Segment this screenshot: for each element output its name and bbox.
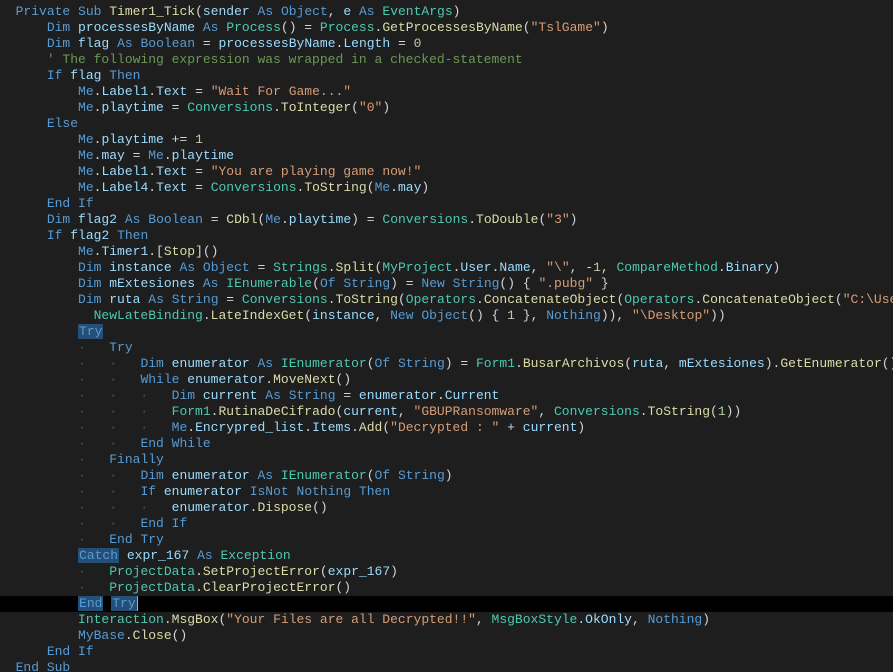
code-line[interactable]: Me.playtime = Conversions.ToInteger("0") [0,100,893,116]
code-editor[interactable]: Private Sub Timer1_Tick(sender As Object… [0,0,893,672]
code-line[interactable]: Me.playtime += 1 [0,132,893,148]
code-line[interactable]: · · End While [0,436,893,452]
code-line[interactable]: NewLateBinding.LateIndexGet(instance, Ne… [0,308,893,324]
code-line[interactable]: · · While enumerator.MoveNext() [0,372,893,388]
code-line[interactable]: Interaction.MsgBox("Your Files are all D… [0,612,893,628]
code-line[interactable]: Dim flag2 As Boolean = CDbl(Me.playtime)… [0,212,893,228]
code-line[interactable]: Me.Label1.Text = "You are playing game n… [0,164,893,180]
code-line[interactable]: · · · enumerator.Dispose() [0,500,893,516]
code-line[interactable]: End Sub [0,660,893,672]
code-line[interactable]: End If [0,196,893,212]
code-line[interactable]: Me.Timer1.[Stop]() [0,244,893,260]
code-line[interactable]: ' The following expression was wrapped i… [0,52,893,68]
code-line[interactable]: End If [0,644,893,660]
code-line[interactable]: End Try [0,596,893,612]
code-line[interactable]: Dim processesByName As Process() = Proce… [0,20,893,36]
code-line[interactable]: · · If enumerator IsNot Nothing Then [0,484,893,500]
code-line[interactable]: · Finally [0,452,893,468]
code-line[interactable]: · · · Form1.RutinaDeCifrado(current, "GB… [0,404,893,420]
code-line[interactable]: Catch expr_167 As Exception [0,548,893,564]
code-line[interactable]: Dim instance As Object = Strings.Split(M… [0,260,893,276]
code-line[interactable]: Else [0,116,893,132]
code-line[interactable]: · · End If [0,516,893,532]
code-line[interactable]: · End Try [0,532,893,548]
code-line[interactable]: Private Sub Timer1_Tick(sender As Object… [0,4,893,20]
code-line[interactable]: · · Dim enumerator As IEnumerator(Of Str… [0,356,893,372]
code-line[interactable]: Me.may = Me.playtime [0,148,893,164]
code-line[interactable]: · ProjectData.SetProjectError(expr_167) [0,564,893,580]
code-line[interactable]: Dim flag As Boolean = processesByName.Le… [0,36,893,52]
code-line[interactable]: · · · Me.Encrypred_list.Items.Add("Decry… [0,420,893,436]
code-line[interactable]: Me.Label1.Text = "Wait For Game..." [0,84,893,100]
code-line[interactable]: · · · Dim current As String = enumerator… [0,388,893,404]
code-line[interactable]: · ProjectData.ClearProjectError() [0,580,893,596]
code-line[interactable]: MyBase.Close() [0,628,893,644]
code-line[interactable]: If flag Then [0,68,893,84]
code-line[interactable]: Try [0,324,893,340]
code-line[interactable]: · Try [0,340,893,356]
code-line[interactable]: If flag2 Then [0,228,893,244]
code-line[interactable]: Me.Label4.Text = Conversions.ToString(Me… [0,180,893,196]
code-line[interactable]: Dim ruta As String = Conversions.ToStrin… [0,292,893,308]
code-line[interactable]: Dim mExtesiones As IEnumerable(Of String… [0,276,893,292]
code-line[interactable]: · · Dim enumerator As IEnumerator(Of Str… [0,468,893,484]
